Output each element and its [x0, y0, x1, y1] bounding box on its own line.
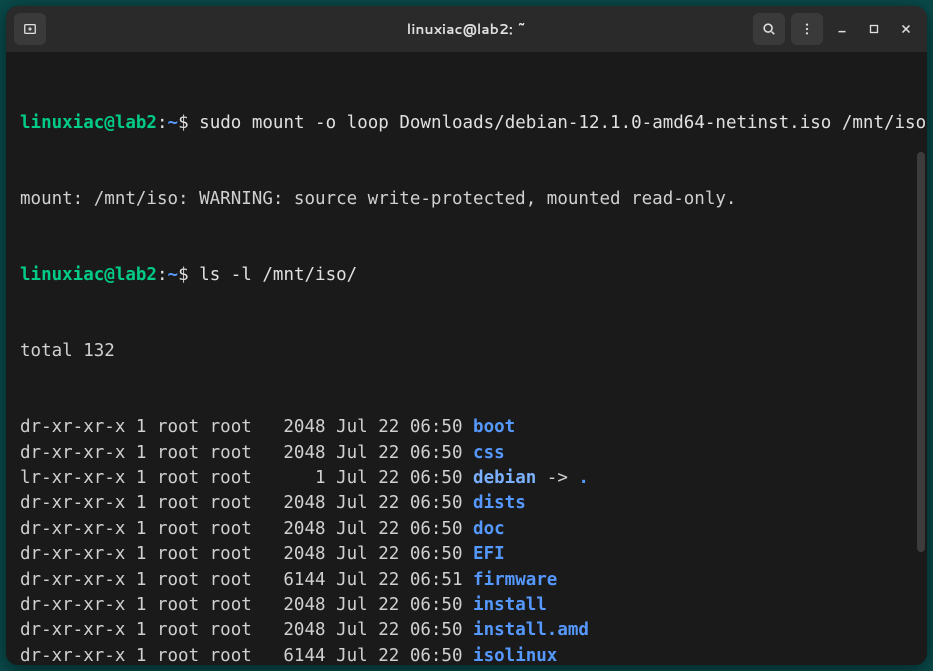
- command-2: ls -l /mnt/iso/: [199, 265, 357, 285]
- listing-row: dr-xr-xr-x 1 root root 2048 Jul 22 06:50…: [20, 593, 913, 618]
- minimize-button[interactable]: [829, 16, 855, 42]
- prompt-line-1: linuxiac@lab2:~$ sudo mount -o loop Down…: [20, 111, 913, 136]
- command-1: sudo mount -o loop Downloads/debian-12.1…: [199, 113, 926, 133]
- listing-row: dr-xr-xr-x 1 root root 2048 Jul 22 06:50…: [20, 415, 913, 440]
- listing-row: dr-xr-xr-x 1 root root 2048 Jul 22 06:50…: [20, 542, 913, 567]
- listing-row: dr-xr-xr-x 1 root root 2048 Jul 22 06:50…: [20, 517, 913, 542]
- close-button[interactable]: [893, 16, 919, 42]
- file-listing: dr-xr-xr-x 1 root root 2048 Jul 22 06:50…: [20, 415, 913, 665]
- new-tab-button[interactable]: [14, 13, 46, 45]
- prompt-user: linuxiac@lab2: [20, 113, 157, 133]
- prompt-symbol: $: [178, 113, 189, 133]
- mount-warning: mount: /mnt/iso: WARNING: source write-p…: [20, 187, 913, 212]
- listing-row: dr-xr-xr-x 1 root root 2048 Jul 22 06:50…: [20, 441, 913, 466]
- prompt-line-2: linuxiac@lab2:~$ ls -l /mnt/iso/: [20, 263, 913, 288]
- prompt-sep: :: [157, 113, 168, 133]
- search-button[interactable]: [753, 13, 785, 45]
- window-title: linuxiac@lab2: ~: [407, 19, 526, 39]
- maximize-button[interactable]: [861, 16, 887, 42]
- terminal-window: linuxiac@lab2: ~ linuxia: [6, 6, 927, 665]
- titlebar: linuxiac@lab2: ~: [6, 6, 927, 52]
- menu-button[interactable]: [791, 13, 823, 45]
- total-line: total 132: [20, 339, 913, 364]
- listing-row: dr-xr-xr-x 1 root root 6144 Jul 22 06:51…: [20, 568, 913, 593]
- listing-row: dr-xr-xr-x 1 root root 2048 Jul 22 06:50…: [20, 491, 913, 516]
- prompt-path: ~: [168, 113, 179, 133]
- scrollbar[interactable]: [917, 152, 925, 552]
- listing-row: dr-xr-xr-x 1 root root 6144 Jul 22 06:50…: [20, 644, 913, 665]
- listing-row: lr-xr-xr-x 1 root root 1 Jul 22 06:50 de…: [20, 466, 913, 491]
- listing-row: dr-xr-xr-x 1 root root 2048 Jul 22 06:50…: [20, 618, 913, 643]
- terminal-content[interactable]: linuxiac@lab2:~$ sudo mount -o loop Down…: [6, 52, 927, 665]
